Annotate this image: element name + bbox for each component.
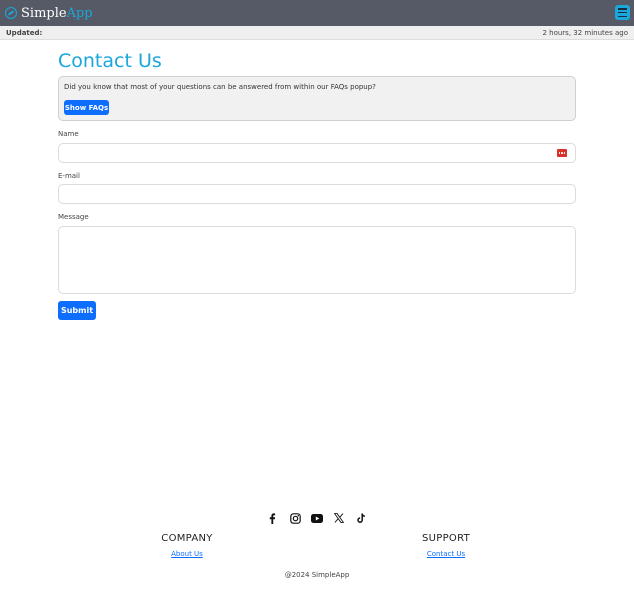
footer-company-heading: COMPANY [161,533,213,544]
hamburger-menu-icon[interactable] [615,5,630,20]
facebook-icon[interactable] [265,511,279,525]
contact-us-link[interactable]: Contact Us [386,550,506,558]
instagram-icon[interactable] [288,511,302,525]
top-navbar: SimpleApp [0,0,634,26]
message-label: Message [58,213,89,221]
name-label: Name [58,130,79,138]
updated-bar: Updated: 2 hours, 32 minutes ago [0,26,634,40]
updated-value: 2 hours, 32 minutes ago [542,28,628,37]
footer-support-heading: SUPPORT [421,533,471,544]
email-label: E-mail [58,172,80,180]
tiktok-icon[interactable] [354,511,368,525]
about-us-link[interactable]: About Us [127,550,247,558]
x-icon[interactable] [332,511,346,525]
name-field[interactable] [58,143,576,163]
footer-company-column: COMPANY About Us [127,533,247,558]
submit-button[interactable]: Submit [58,301,96,320]
show-faqs-button[interactable]: Show FAQs [64,100,109,115]
brand-name-part1: Simple [21,5,67,21]
brand-name-part2: App [66,5,93,21]
brand-logo[interactable]: SimpleApp [5,6,93,21]
message-textarea[interactable] [58,226,576,294]
simpleapp-logo-icon [5,7,17,19]
page-title: Contact Us [58,50,162,72]
brand-name: SimpleApp [21,6,93,21]
faq-notice: Did you know that most of your questions… [58,76,576,121]
email-field[interactable] [58,184,576,204]
youtube-icon[interactable] [310,511,324,525]
updated-label: Updated: [6,28,43,37]
password-manager-icon[interactable] [557,149,567,157]
copyright-text: @2024 SimpleApp [284,571,350,579]
faq-notice-text: Did you know that most of your questions… [64,83,376,91]
social-links [0,511,634,525]
footer-support-column: SUPPORT Contact Us [386,533,506,558]
